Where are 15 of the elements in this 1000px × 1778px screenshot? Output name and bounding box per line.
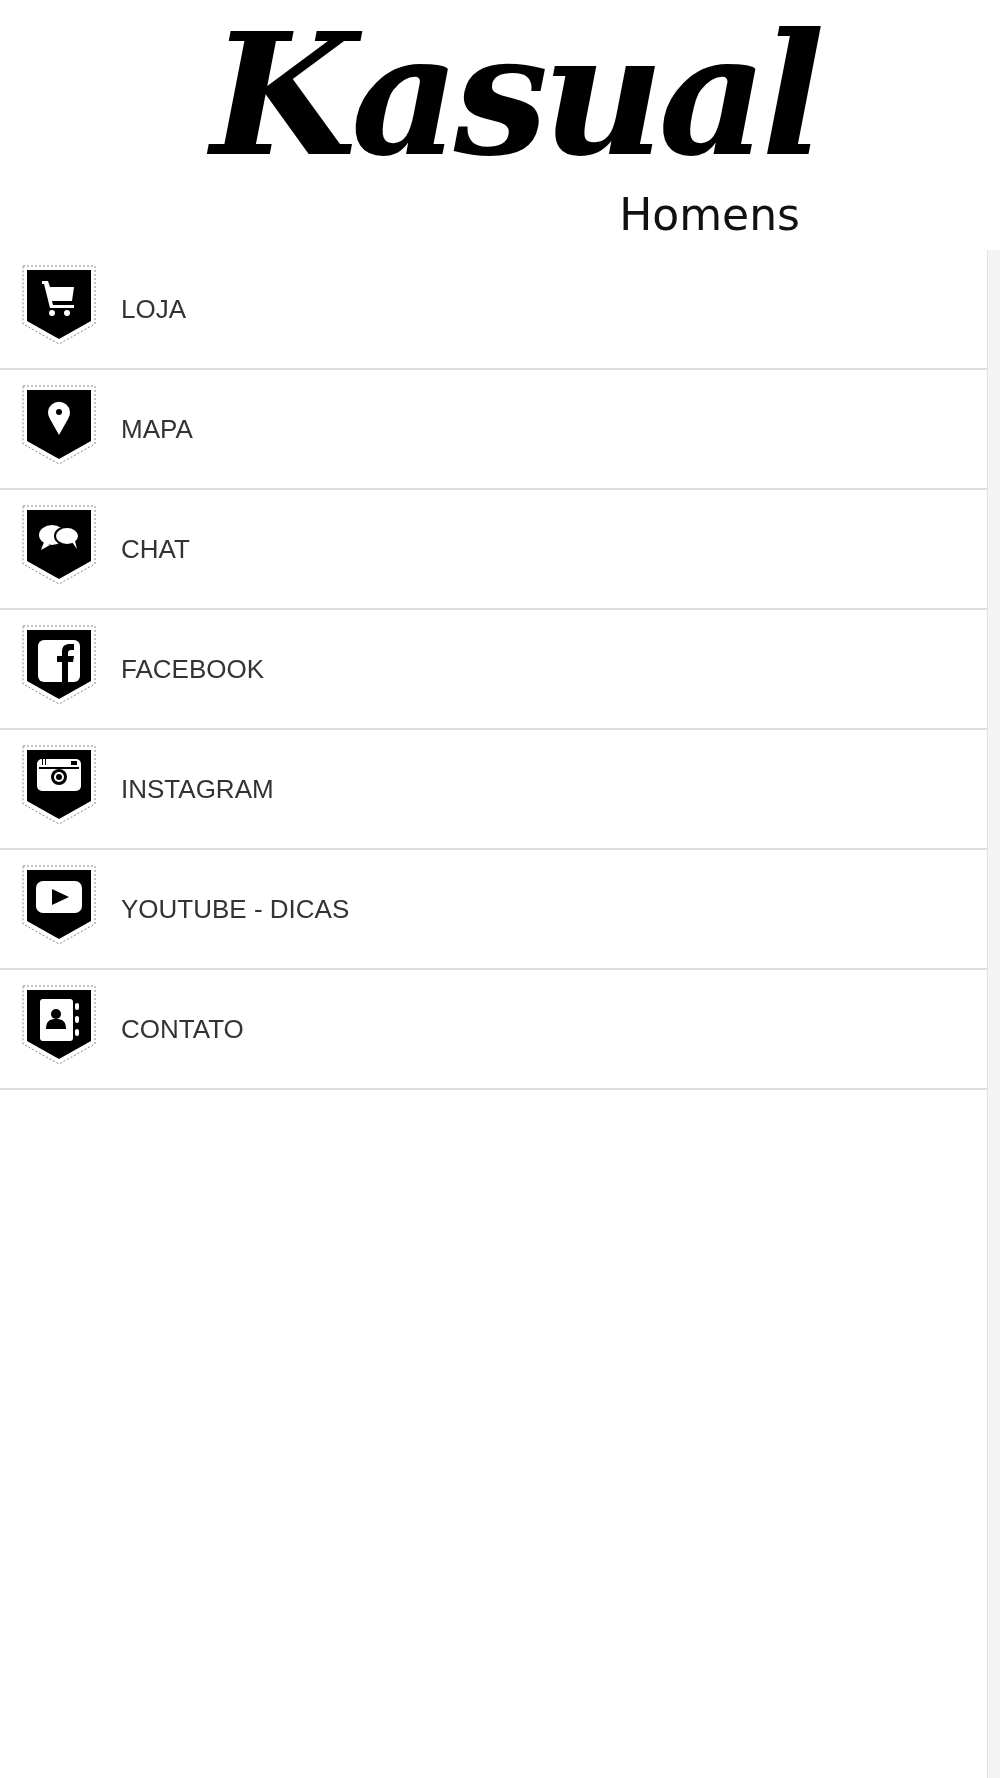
play-icon bbox=[22, 865, 96, 945]
camera-icon bbox=[22, 745, 96, 825]
logo-tagline: Homens bbox=[619, 190, 800, 240]
menu-item[interactable]: YOUTUBE - DICAS bbox=[0, 850, 987, 970]
facebook-icon bbox=[22, 625, 96, 705]
menu-item[interactable]: INSTAGRAM bbox=[0, 730, 987, 850]
cart-icon bbox=[22, 265, 96, 345]
menu-item[interactable]: CHAT bbox=[0, 490, 987, 610]
menu-item[interactable]: CONTATO bbox=[0, 970, 987, 1090]
contact-book-icon bbox=[22, 985, 96, 1065]
menu-item[interactable]: MAPA bbox=[0, 370, 987, 490]
menu-item[interactable]: FACEBOOK bbox=[0, 610, 987, 730]
chat-icon bbox=[22, 505, 96, 585]
map-pin-icon bbox=[22, 385, 96, 465]
menu-item[interactable]: LOJA bbox=[0, 250, 987, 370]
